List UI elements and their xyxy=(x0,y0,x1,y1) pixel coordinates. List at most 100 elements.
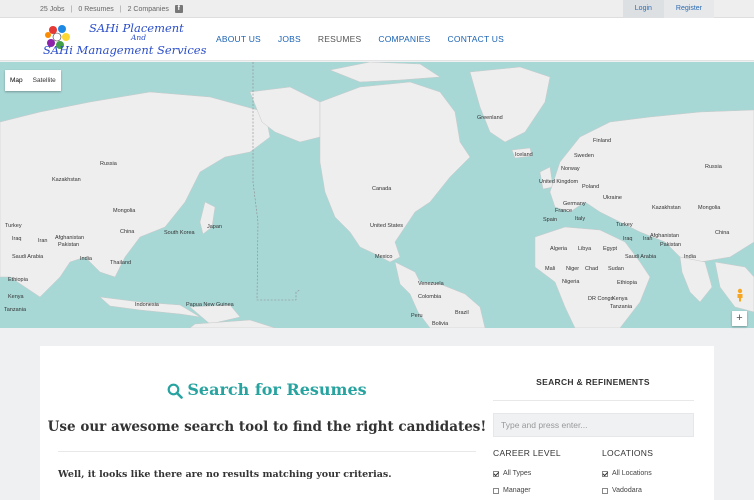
divider xyxy=(58,451,476,452)
checkbox[interactable] xyxy=(493,470,499,477)
no-results-message: Well, it looks like there are no results… xyxy=(58,469,392,480)
map-label: Saudi Arabia xyxy=(12,254,44,260)
map-label: Bolivia xyxy=(432,321,449,327)
map-type-satellite-button[interactable]: Satellite xyxy=(28,70,61,91)
map-label: Greenland xyxy=(477,115,503,121)
pegman-icon[interactable] xyxy=(733,288,747,302)
map-label: Egypt xyxy=(603,246,618,252)
zoom-in-button[interactable]: + xyxy=(732,311,747,326)
map-label: Japan xyxy=(207,224,222,230)
map-label: Iran xyxy=(643,236,652,242)
map-type-map-button[interactable]: Map xyxy=(5,70,28,91)
map-type-control: Map Satellite xyxy=(5,70,61,91)
checkbox[interactable] xyxy=(493,487,499,494)
map-label: Venezuela xyxy=(418,281,445,287)
map-label: Mexico xyxy=(375,254,392,260)
map-label: Ethiopia xyxy=(8,277,29,283)
map-label: Saudi Arabia xyxy=(625,254,657,260)
map-label: China xyxy=(715,230,730,236)
map-label: Tanzania xyxy=(4,307,27,313)
map-label: India xyxy=(80,256,93,262)
nav-companies[interactable]: COMPANIES xyxy=(378,34,430,44)
map-label: Ethiopia xyxy=(617,280,638,286)
resumes-count[interactable]: 0 Resumes xyxy=(78,6,113,13)
map-label: Mongolia xyxy=(698,205,721,211)
map-label: Peru xyxy=(411,313,423,319)
auth-links: Login Register xyxy=(622,0,714,18)
top-bar: 25 Jobs | 0 Resumes | 2 Companies f Logi… xyxy=(0,0,754,18)
register-button[interactable]: Register xyxy=(663,0,714,18)
map-label: Norway xyxy=(561,166,580,172)
logo-line-2: And xyxy=(131,33,147,42)
separator: | xyxy=(70,5,73,13)
map-label: Turkey xyxy=(616,222,633,228)
map-label: Thailand xyxy=(110,260,131,266)
nav-contact-us[interactable]: CONTACT US xyxy=(448,34,504,44)
location-option[interactable]: All Locations xyxy=(602,470,652,477)
map-label: Pakistan xyxy=(58,242,79,248)
site-logo[interactable]: SAHi Placement And SAHi Management Servi… xyxy=(43,20,207,60)
map-label: Sudan xyxy=(608,266,624,272)
map-label: Ukraine xyxy=(603,195,622,201)
jobs-count[interactable]: 25 Jobs xyxy=(40,6,65,13)
map-label: Sweden xyxy=(574,153,594,159)
map-label: France xyxy=(555,208,572,214)
map-label: Poland xyxy=(582,184,599,190)
map-label: Canada xyxy=(372,186,392,192)
nav-about-us[interactable]: ABOUT US xyxy=(216,34,261,44)
map-label: India xyxy=(684,254,697,260)
checkbox[interactable] xyxy=(602,487,608,494)
resume-map[interactable]: Greenland Iceland Finland Sweden Norway … xyxy=(0,62,754,328)
map-label: South Korea xyxy=(164,230,196,236)
map-label: Mali xyxy=(545,266,555,272)
map-label: Afghanistan xyxy=(55,235,84,241)
map-label: Iraq xyxy=(12,236,21,242)
companies-count[interactable]: 2 Companies xyxy=(128,6,169,13)
map-label: Finland xyxy=(593,138,611,144)
facebook-icon[interactable]: f xyxy=(174,5,183,13)
map-label: Indonesia xyxy=(135,302,160,308)
page-title: Search for Resumes xyxy=(40,380,494,399)
separator: | xyxy=(119,5,122,13)
main-nav: ABOUT US JOBS RESUMES COMPANIES CONTACT … xyxy=(216,34,521,44)
keyword-search-input[interactable]: Type and press enter... xyxy=(493,413,694,437)
nav-jobs[interactable]: JOBS xyxy=(278,34,301,44)
location-option[interactable]: Vadodara xyxy=(602,487,642,494)
divider xyxy=(493,400,694,401)
site-stats: 25 Jobs | 0 Resumes | 2 Companies f xyxy=(40,5,183,13)
map-label: Mongolia xyxy=(113,208,136,214)
locations-heading: LOCATIONS xyxy=(602,448,654,458)
map-label: United Kingdom xyxy=(539,179,579,185)
map-label: United States xyxy=(370,223,403,229)
sidebar-title: SEARCH & REFINEMENTS xyxy=(536,377,650,387)
map-label: Kenya xyxy=(8,294,25,300)
map-label: Italy xyxy=(575,216,585,222)
map-label: Spain xyxy=(543,217,557,223)
map-label: Kazakhstan xyxy=(652,205,681,211)
map-label: Iran xyxy=(38,238,47,244)
map-label: Iraq xyxy=(623,236,632,242)
checkbox[interactable] xyxy=(602,470,608,477)
map-label: Tanzania xyxy=(610,304,633,310)
search-icon xyxy=(167,383,184,399)
career-level-option[interactable]: Manager xyxy=(493,487,531,494)
nav-resumes[interactable]: RESUMES xyxy=(318,34,361,44)
site-header: SAHi Placement And SAHi Management Servi… xyxy=(0,18,754,61)
page-subtitle: Use our awesome search tool to find the … xyxy=(47,419,487,435)
map-label: Niger xyxy=(566,266,579,272)
logo-line-3: SAHi Management Services xyxy=(43,43,207,57)
map-label: Kenya xyxy=(612,296,629,302)
login-button[interactable]: Login xyxy=(622,0,664,18)
map-label: Kazakhstan xyxy=(52,177,81,183)
map-label: Papua New Guinea xyxy=(186,302,235,308)
map-label: Chad xyxy=(585,266,598,272)
map-label: Colombia xyxy=(418,294,442,300)
map-label: China xyxy=(120,229,135,235)
map-label: Algeria xyxy=(550,246,568,252)
map-label: Libya xyxy=(578,246,592,252)
career-level-option[interactable]: All Types xyxy=(493,470,531,477)
map-label: Pakistan xyxy=(660,242,681,248)
map-label: Brazil xyxy=(455,310,469,316)
world-map-graphic: Greenland Iceland Finland Sweden Norway … xyxy=(0,62,754,328)
map-label: Nigeria xyxy=(562,279,580,285)
